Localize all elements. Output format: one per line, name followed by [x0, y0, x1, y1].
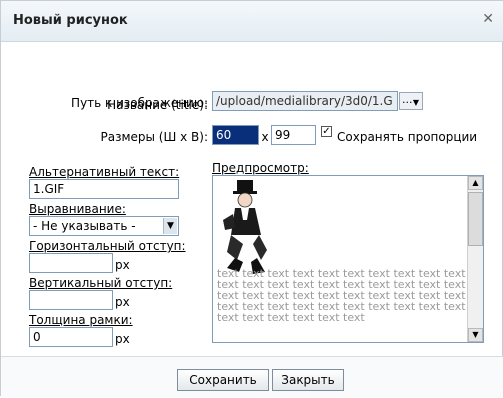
align-value: - Не указывать - — [33, 219, 136, 233]
browse-button[interactable]: ... ▼ — [399, 92, 423, 110]
height-field[interactable] — [271, 125, 316, 145]
hspace-unit: px — [115, 258, 130, 272]
preview-text: text text text text text text text text … — [217, 267, 466, 324]
scroll-thumb[interactable] — [468, 192, 483, 246]
preview-box: text text text text text text text text … — [212, 175, 484, 343]
image-path-field[interactable] — [212, 91, 398, 111]
vspace-unit: px — [115, 295, 130, 309]
border-label: Толщина рамки: — [29, 313, 133, 327]
save-button[interactable]: Сохранить — [177, 369, 269, 391]
hspace-label: Горизонтальный отступ: — [29, 239, 186, 253]
preview-label: Предпросмотр: — [212, 161, 309, 175]
preview-scrollbar[interactable]: ▲ ▼ — [467, 176, 483, 342]
size-separator: x — [261, 130, 269, 144]
hspace-field[interactable] — [29, 253, 113, 273]
width-field[interactable] — [212, 125, 259, 145]
border-field[interactable] — [29, 327, 113, 347]
alt-text-field[interactable] — [29, 179, 179, 199]
size-label: Размеры (Ш x В): — [100, 130, 208, 144]
keep-proportions-label[interactable]: Сохранять пропорции — [337, 130, 477, 144]
chevron-down-icon: ▼ — [412, 98, 419, 107]
align-label: Выравнивание: — [29, 202, 126, 216]
dialog-title: Новый рисунок — [13, 13, 128, 28]
browse-label: ... — [402, 93, 413, 106]
preview-image — [223, 180, 267, 274]
align-select[interactable]: - Не указывать - ▼ — [29, 216, 179, 236]
close-icon[interactable]: ✕ — [482, 11, 494, 27]
scroll-down-icon[interactable]: ▼ — [468, 328, 483, 342]
vspace-label: Вертикальный отступ: — [29, 276, 173, 290]
chevron-down-icon[interactable]: ▼ — [163, 218, 177, 234]
image-title-label: Название (title): — [107, 98, 208, 112]
image-dialog: Новый рисунок ✕ Путь к изображению: ... … — [0, 0, 503, 398]
dialog-titlebar[interactable]: Новый рисунок ✕ — [1, 1, 503, 42]
alt-label: Альтернативный текст: — [29, 165, 180, 179]
keep-proportions-checkbox[interactable]: ✓ — [321, 126, 332, 137]
border-unit: px — [115, 332, 130, 346]
scroll-up-icon[interactable]: ▲ — [468, 176, 483, 190]
vspace-field[interactable] — [29, 290, 113, 310]
close-button[interactable]: Закрыть — [272, 369, 344, 391]
dialog-footer: Сохранить Закрыть — [1, 356, 503, 398]
